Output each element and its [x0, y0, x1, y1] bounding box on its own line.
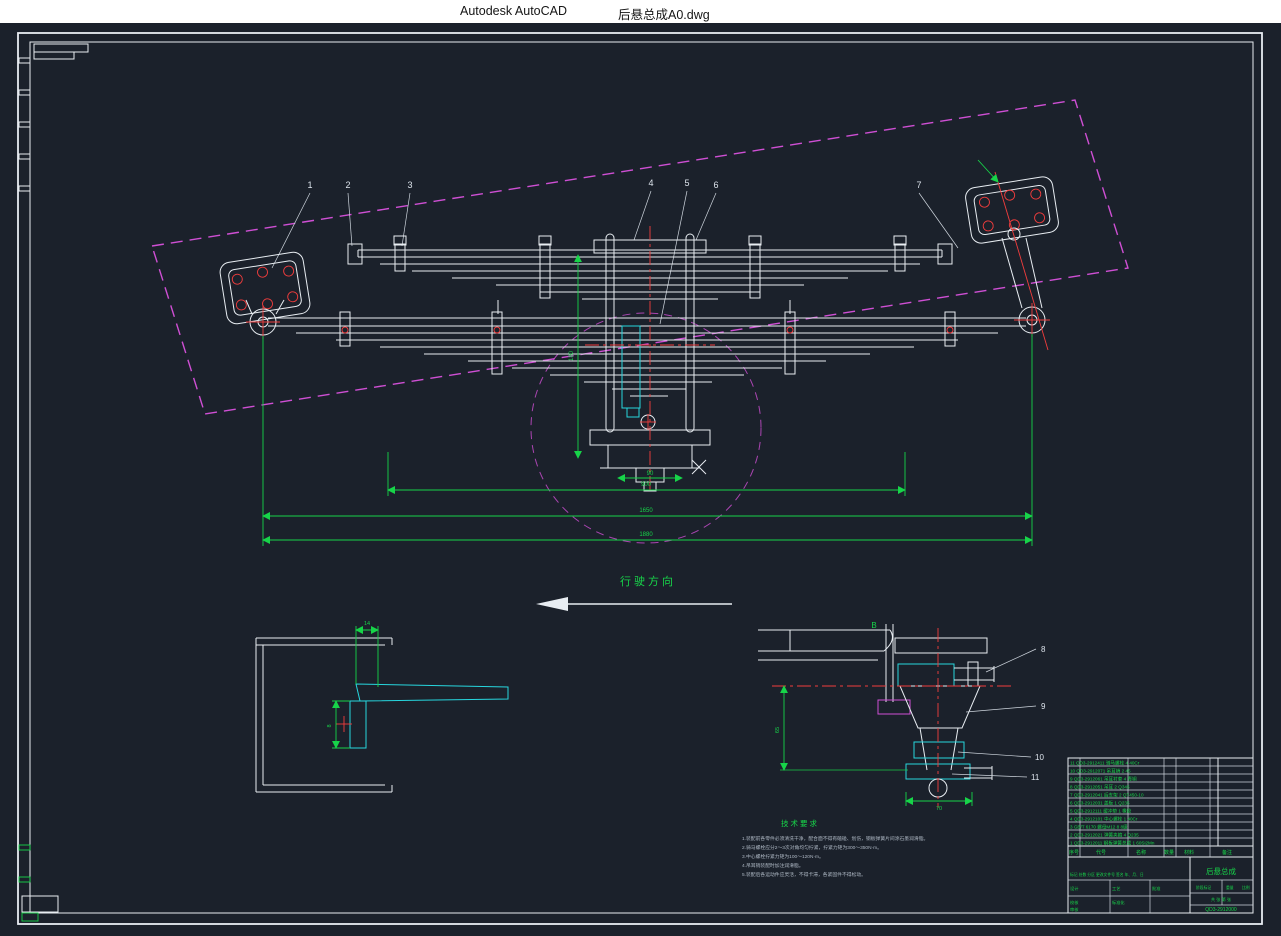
sig-process: 工艺	[1112, 886, 1120, 891]
notes-line-2: 2.骑马螺栓应分2～3次对角均匀拧紧，拧紧力矩为300～350N·m。	[742, 844, 882, 851]
sig-standard: 标准化	[1112, 899, 1125, 906]
balloon-10: 10	[1035, 753, 1044, 762]
bom-header-code: 代号	[1096, 849, 1106, 856]
autocad-window: Autodesk AutoCAD 后悬总成A0.dwg	[0, 0, 1281, 936]
document-title: 后悬总成A0.dwg	[618, 4, 710, 23]
drawing-number: QD3-2912000	[1205, 907, 1237, 913]
dim-outer: 1880	[639, 532, 653, 538]
dim-right-height: 65	[775, 727, 781, 733]
balloon-7: 7	[916, 180, 921, 190]
bom-row: 3 GB/T 6170 螺母M12 8 8级	[1070, 824, 1128, 831]
direction-label: 行驶方向	[620, 574, 676, 588]
bom-header-remark: 备注	[1222, 849, 1232, 856]
balloon-3: 3	[407, 180, 412, 190]
bom-row: 6 QD3-2912031 盖板 1 Q235	[1070, 800, 1130, 807]
bom-header-name: 名称	[1136, 849, 1146, 856]
balloon-6: 6	[713, 180, 718, 190]
weight-label: 重量	[1226, 885, 1234, 890]
view-label-b: B	[871, 621, 876, 630]
balloon-1: 1	[307, 180, 312, 190]
bom-header-qty: 数量	[1164, 849, 1174, 856]
sig-audit: 审核	[1070, 906, 1079, 913]
sig-approve: 批准	[1152, 885, 1160, 892]
scale-label: 比例	[1242, 885, 1250, 890]
bom-row: 4 QD3-2912101 中心螺栓 1 40Cr	[1070, 816, 1138, 823]
notes-line-4: 4.吊耳销装配时加注润滑脂。	[742, 862, 804, 869]
window-titlebar[interactable]: Autodesk AutoCAD 后悬总成A0.dwg	[0, 0, 1281, 23]
balloon-9: 9	[1041, 702, 1046, 711]
bom-header-seq: 序号	[1069, 849, 1079, 856]
sig-check: 校核	[1070, 899, 1079, 906]
notes-line-5: 5.装配后各运动件应灵活，不得卡滞，各紧固件不得松动。	[742, 871, 866, 878]
bom-row: 2 QD3-2912021 弹簧夹箍 4 Q235	[1070, 832, 1139, 839]
balloon-4: 4	[648, 178, 653, 188]
dim-middle: 1650	[639, 508, 653, 514]
bom-row: 10 QD3-2912071 吊耳销 2 45	[1070, 768, 1131, 775]
bom-row: 9 QD3-2912061 吊耳衬套 4 青铜	[1070, 776, 1137, 783]
balloon-2: 2	[345, 180, 350, 190]
notes-line-1: 1.装配前各零件必须清洗干净，配合面不得有磕碰、划伤，钢板弹簧片间涂石墨润滑脂。	[742, 835, 928, 842]
model-space-background[interactable]	[0, 23, 1281, 936]
notes-line-3: 3.中心螺栓拧紧力矩为100～120N·m。	[742, 853, 824, 860]
bom-row: 1 QD3-2912011 钢板弹簧总成 1 60Si2Mn	[1070, 840, 1155, 847]
dim-left-top: 14	[364, 621, 370, 627]
drawing-canvas[interactable]: 1 2 3 4 5 6 7	[0, 0, 1281, 936]
bom-row: 11 QD3-2912411 骑马螺栓 4 40Cr	[1070, 760, 1140, 767]
balloon-5: 5	[684, 178, 689, 188]
balloon-11: 11	[1031, 773, 1040, 782]
dim-left-side: 8	[327, 724, 333, 727]
rev-header: 标记 处数 分区 更改文件号 签名 年、月、日	[1070, 872, 1144, 877]
app-title: Autodesk AutoCAD	[460, 4, 567, 18]
titleblock-title: 后悬总成	[1206, 866, 1236, 876]
dim-center-width: 90	[647, 471, 654, 477]
balloon-8: 8	[1041, 645, 1046, 654]
sheet-label: 共 张 第 张	[1211, 896, 1232, 903]
bom-row: 7 QD3-2912041 后支架 2 QT450-10	[1070, 792, 1144, 799]
dim-inner: 900	[641, 482, 652, 488]
bom-header-material: 材料	[1184, 849, 1194, 856]
dim-right-width: 70	[936, 806, 942, 812]
bom-row: 5 QD3-2912111 缓冲垫 1 橡胶	[1070, 808, 1132, 815]
notes-title: 技术要求	[781, 818, 819, 828]
sig-design: 设计	[1070, 885, 1078, 892]
stage-label: 阶段标记	[1196, 885, 1211, 890]
dim-center-height: 180	[569, 350, 575, 361]
